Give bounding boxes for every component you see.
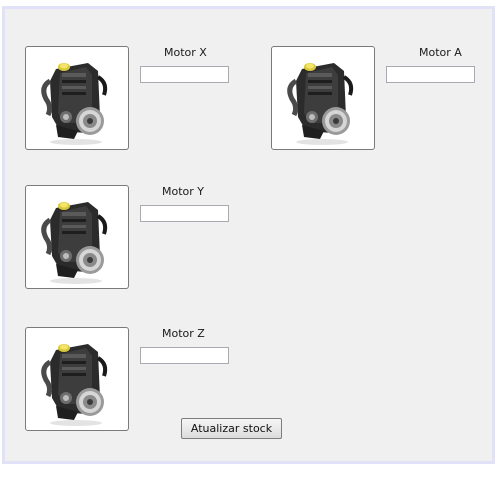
motor-a-stock-input[interactable] <box>386 66 475 83</box>
engine-image <box>26 47 128 149</box>
motor-z-label: Motor Z <box>162 327 205 340</box>
motor-y-stock-input[interactable] <box>140 205 229 222</box>
motor-y-label: Motor Y <box>162 185 205 198</box>
motor-x-label: Motor X <box>164 46 207 59</box>
motor-x-stock-input[interactable] <box>140 66 229 83</box>
motor-a-engine-image <box>271 46 375 150</box>
motor-a-label: Motor A <box>419 46 462 59</box>
motor-z-stock-input[interactable] <box>140 347 229 364</box>
update-stock-button[interactable]: Atualizar stock <box>181 418 282 439</box>
motor-y-engine-image <box>25 185 129 289</box>
motor-z-engine-image <box>25 327 129 431</box>
engine-image <box>26 186 128 288</box>
engine-image <box>272 47 374 149</box>
motor-x-engine-image <box>25 46 129 150</box>
engine-image <box>26 328 128 430</box>
